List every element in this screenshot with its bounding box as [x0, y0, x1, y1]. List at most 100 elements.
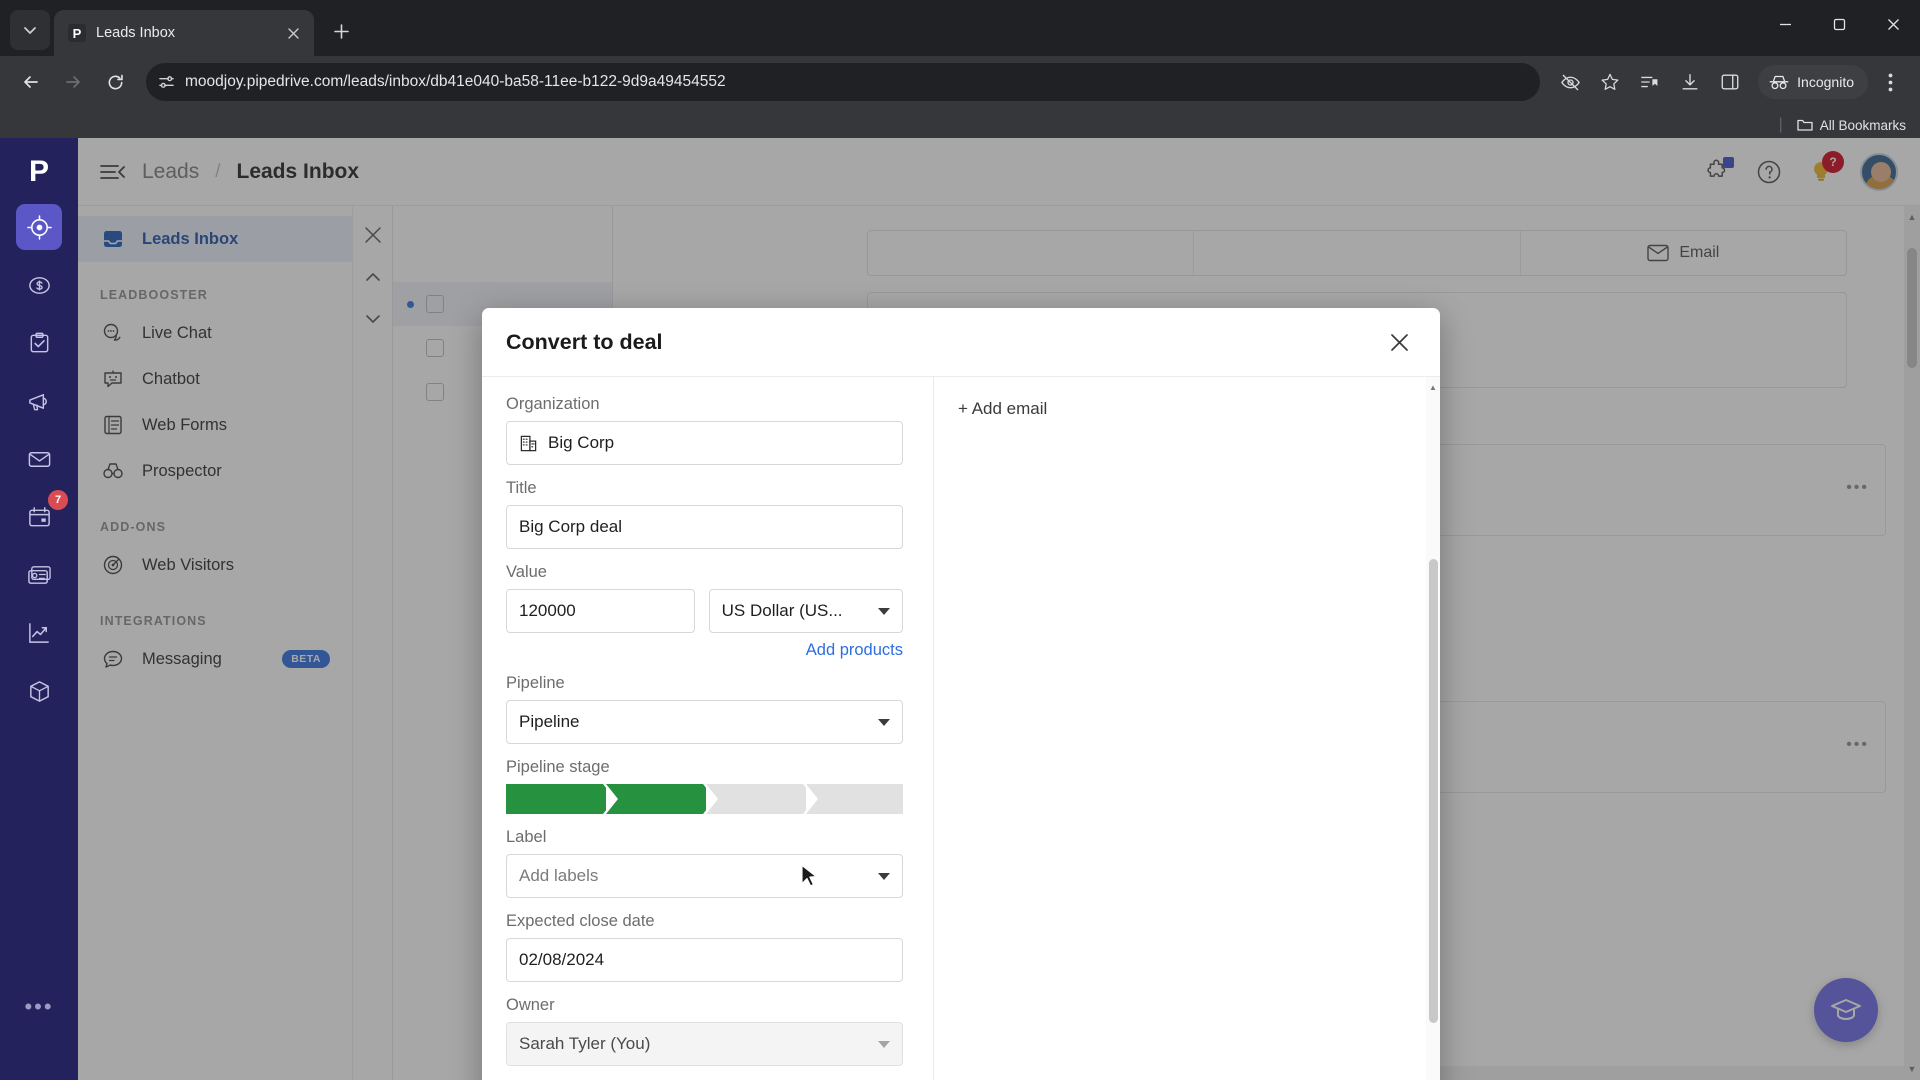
pipeline-label: Pipeline [506, 674, 565, 692]
kebab-menu-icon [1888, 73, 1892, 91]
owner-select[interactable]: Sarah Tyler (You) [506, 1022, 903, 1066]
currency-select[interactable]: US Dollar (US... [708, 589, 903, 633]
pipedrive-nav-rail: P 7 ••• [0, 138, 78, 1080]
organization-value: Big Corp [548, 433, 615, 452]
side-panel-icon[interactable] [1712, 64, 1748, 100]
browser-menu-button[interactable] [1872, 64, 1908, 100]
field-label: Label Add labels [506, 828, 903, 898]
modal-scrollbar[interactable]: ▲ ▼ [1426, 377, 1440, 1080]
eye-off-icon[interactable] [1552, 64, 1588, 100]
close-icon [1887, 18, 1899, 30]
maximize-button[interactable] [1812, 0, 1866, 48]
reload-button[interactable] [96, 63, 134, 101]
stage-3[interactable] [706, 784, 815, 814]
download-icon[interactable] [1672, 64, 1708, 100]
expected-close-date-input[interactable]: 02/08/2024 [506, 938, 903, 982]
pipeline-select[interactable]: Pipeline [506, 700, 903, 744]
modal-scroll-up-arrow[interactable]: ▲ [1426, 379, 1440, 395]
modal-title: Convert to deal [506, 329, 663, 354]
maximize-icon [1833, 18, 1845, 30]
arrow-left-icon [24, 76, 38, 88]
rail-item-calendar[interactable]: 7 [16, 490, 68, 540]
contact-card-icon [27, 565, 51, 584]
expected-close-date-value: 02/08/2024 [519, 950, 605, 969]
rail-item-mail[interactable] [16, 436, 62, 482]
site-settings-icon[interactable] [158, 74, 175, 91]
pipedrive-logo[interactable]: P [17, 150, 61, 194]
rail-item-contacts[interactable] [16, 552, 62, 598]
pipeline-stage-label: Pipeline stage [506, 758, 610, 776]
modal-body: Organization Big Corp Title Big Corp dea… [482, 376, 1440, 1080]
tab-strip: P Leads Inbox [0, 0, 1920, 56]
calendar-icon [28, 506, 50, 526]
envelope-icon [28, 451, 50, 467]
owner-label: Owner [506, 996, 555, 1014]
all-bookmarks-label: All Bookmarks [1819, 117, 1906, 133]
pipeline-value: Pipeline [519, 712, 580, 731]
owner-value: Sarah Tyler (You) [519, 1034, 651, 1053]
chevron-down-icon [878, 607, 890, 615]
back-button[interactable] [12, 63, 50, 101]
modal-header: Convert to deal [482, 308, 1440, 376]
value-input[interactable]: 120000 [506, 589, 695, 633]
rail-more-button[interactable]: ••• [24, 994, 53, 1020]
clipboard-check-icon [30, 332, 48, 352]
rail-item-products[interactable] [16, 668, 62, 714]
rail-item-activities[interactable] [16, 320, 62, 366]
tab-close-button[interactable] [282, 22, 304, 44]
convert-to-deal-modal: Convert to deal Organization Big Corp Ti… [482, 308, 1440, 1080]
megaphone-icon [28, 393, 47, 410]
title-value: Big Corp deal [519, 517, 623, 536]
chevron-down-icon [878, 1040, 890, 1048]
add-email-link[interactable]: + Add email [958, 399, 1047, 418]
value-label: Value [506, 563, 547, 581]
reading-list-icon[interactable] [1632, 64, 1668, 100]
stage-2[interactable] [606, 784, 715, 814]
dollar-circle-icon [28, 276, 50, 294]
close-icon [1390, 333, 1408, 351]
field-organization: Organization Big Corp [506, 395, 903, 465]
incognito-indicator[interactable]: Incognito [1758, 65, 1868, 99]
modal-close-button[interactable] [1382, 325, 1416, 359]
browser-tab[interactable]: P Leads Inbox [54, 10, 314, 56]
chevron-down-icon [878, 718, 890, 726]
modal-right-panel: + Add email [934, 377, 1440, 1080]
rail-item-campaigns[interactable] [16, 378, 62, 424]
deal-form: Organization Big Corp Title Big Corp dea… [482, 377, 934, 1080]
rail-item-leads[interactable] [16, 204, 62, 250]
close-window-button[interactable] [1866, 0, 1920, 48]
address-bar[interactable]: moodjoy.pipedrive.com/leads/inbox/db41e0… [146, 63, 1541, 101]
value-text: 120000 [519, 601, 576, 620]
field-value: Value 120000 US Dollar (US... Add produc… [506, 563, 903, 660]
title-input[interactable]: Big Corp deal [506, 505, 903, 549]
browser-window: P Leads Inbox moodjoy.pipedrive.com/lead… [0, 0, 1920, 1080]
stage-4[interactable] [806, 784, 903, 814]
minimize-icon [1779, 23, 1791, 25]
folder-icon [1797, 119, 1813, 131]
add-products-link[interactable]: Add products [806, 641, 903, 659]
rail-item-insights[interactable] [16, 610, 62, 656]
side-panel-glyph [1721, 74, 1739, 90]
bookmark-star-icon[interactable] [1592, 64, 1628, 100]
modal-scrollbar-thumb[interactable] [1428, 559, 1438, 1023]
label-select[interactable]: Add labels [506, 854, 903, 898]
incognito-label: Incognito [1797, 74, 1854, 90]
pipeline-stage-selector [506, 784, 903, 814]
plus-icon [333, 23, 349, 39]
line-chart-icon [28, 622, 49, 643]
reload-icon [108, 74, 123, 89]
new-tab-button[interactable] [324, 14, 358, 48]
expected-close-date-label: Expected close date [506, 912, 655, 930]
label-placeholder: Add labels [519, 866, 599, 885]
tab-search-button[interactable] [10, 10, 50, 50]
forward-button[interactable] [54, 63, 92, 101]
web-page: P 7 ••• Leads / Leads Inbox ? Leads Inbo… [0, 138, 1920, 1080]
minimize-button[interactable] [1758, 0, 1812, 48]
organization-input[interactable]: Big Corp [506, 421, 903, 465]
rail-item-deals[interactable] [16, 262, 62, 308]
target-icon [26, 214, 52, 240]
stage-1[interactable] [506, 784, 615, 814]
all-bookmarks-button[interactable]: All Bookmarks [1797, 118, 1906, 133]
tab-title: Leads Inbox [96, 25, 176, 41]
title-label: Title [506, 479, 537, 497]
